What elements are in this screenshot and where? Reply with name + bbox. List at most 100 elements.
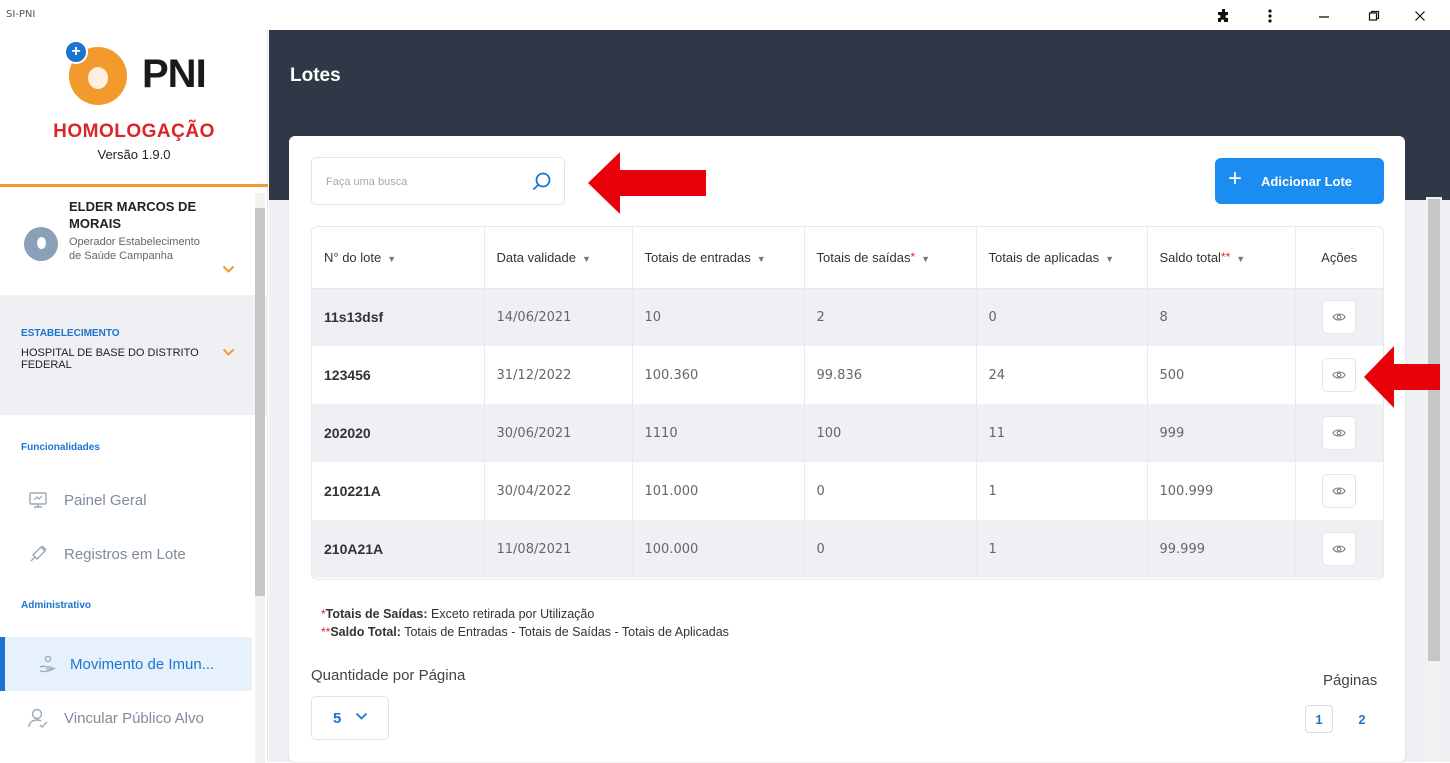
main-scrollbar-thumb[interactable] [1428, 199, 1440, 661]
sort-icon[interactable]: ▼ [1236, 254, 1245, 264]
sort-icon[interactable]: ▼ [757, 254, 766, 264]
plus-icon: + [1228, 165, 1243, 192]
search-box[interactable] [311, 157, 565, 205]
column-label: Totais de aplicadas [988, 249, 1100, 265]
section-administrative: Administrativo [21, 600, 92, 611]
chevron-down-icon[interactable] [222, 345, 235, 360]
lotes-card: + Adicionar Lote N° do lote ▼ Data valida… [289, 136, 1405, 762]
close-icon[interactable] [1406, 4, 1434, 28]
minimize-icon[interactable] [1310, 4, 1338, 28]
user-menu[interactable]: ELDER MARCOS DE MORAIS Operador Estabele… [0, 187, 268, 295]
cell-saidas: 100 [804, 404, 977, 462]
environment-label: HOMOLOGAÇÃO [53, 121, 215, 142]
column-header-entradas[interactable]: Totais de entradas ▼ [632, 227, 805, 289]
cell-saidas: 2 [804, 288, 977, 346]
asterisk-marker: * [910, 249, 916, 264]
cell-validade: 11/08/2021 [484, 520, 633, 578]
add-lote-label: Adicionar Lote [1261, 174, 1353, 189]
search-input[interactable] [326, 172, 516, 192]
sidebar-item-painel-geral[interactable]: Painel Geral [0, 473, 252, 527]
sidebar-item-label: Registros em Lote [64, 545, 186, 563]
establishment-selector[interactable]: ESTABELECIMENTO HOSPITAL DE BASE DO DIST… [0, 295, 268, 415]
sort-icon[interactable]: ▼ [582, 254, 591, 264]
window-titlebar: SI-PNI [0, 0, 1450, 30]
cell-saidas: 99.836 [804, 346, 977, 404]
asterisk-marker: ** [321, 625, 331, 639]
cell-lote: 123456 [312, 346, 485, 404]
page-size-select[interactable]: 5 [311, 696, 389, 740]
sort-icon[interactable]: ▼ [1105, 254, 1114, 264]
cell-saidas: 0 [804, 462, 977, 520]
cell-aplicadas: 24 [976, 346, 1148, 404]
footnote-text: Totais de Entradas - Totais de Saídas - … [404, 625, 729, 639]
column-header-validade[interactable]: Data validade ▼ [484, 227, 633, 289]
cell-entradas: 101.000 [632, 462, 805, 520]
cell-validade: 30/04/2022 [484, 462, 633, 520]
window-title: SI-PNI [6, 9, 36, 20]
plus-badge-icon: + [64, 40, 88, 64]
column-header-saldo[interactable]: Saldo total** ▼ [1147, 227, 1296, 289]
user-name: ELDER MARCOS DE MORAIS [69, 199, 197, 231]
sidebar-item-vincular-publico-alvo[interactable]: Vincular Público Alvo [0, 691, 252, 745]
sidebar-item-label: Vincular Público Alvo [64, 709, 204, 727]
column-label: N° do lote [324, 249, 382, 265]
sidebar: + PNI HOMOLOGAÇÃO Versão 1.9.0 ELDER MAR… [0, 30, 268, 763]
cell-aplicadas: 1 [976, 462, 1148, 520]
column-header-aplicadas[interactable]: Totais de aplicadas ▼ [976, 227, 1148, 289]
avatar [24, 227, 58, 261]
hand-icon [36, 652, 60, 676]
view-button[interactable] [1322, 532, 1357, 566]
establishment-name: HOSPITAL DE BASE DO DISTRITO FEDERAL [21, 347, 199, 371]
cell-acoes [1295, 520, 1383, 578]
cell-validade: 31/12/2022 [484, 346, 633, 404]
logo: + PNI HOMOLOGAÇÃO Versão 1.9.0 [0, 30, 268, 180]
view-button[interactable] [1322, 358, 1357, 392]
table-row: 123456 31/12/2022 100.360 99.836 24 500 [312, 346, 1383, 404]
cell-lote: 210A21A [312, 520, 485, 578]
page-title: Lotes [290, 65, 341, 86]
column-header-lote[interactable]: N° do lote ▼ [312, 227, 485, 289]
cell-aplicadas: 0 [976, 288, 1148, 346]
version-label: Versão 1.9.0 [97, 147, 171, 162]
page-1-button[interactable]: 1 [1305, 705, 1333, 733]
cell-lote: 11s13dsf [312, 288, 485, 346]
column-label: Data validade [496, 249, 577, 265]
sort-icon[interactable]: ▼ [387, 254, 396, 264]
logo-text: PNI [142, 52, 207, 96]
extensions-icon[interactable] [1210, 4, 1238, 28]
column-header-saidas[interactable]: Totais de saídas* ▼ [804, 227, 977, 289]
footnote-title: Totais de Saídas: [325, 607, 428, 621]
view-button[interactable] [1322, 474, 1357, 508]
more-icon[interactable] [1256, 4, 1284, 28]
section-functionalities: Funcionalidades [21, 442, 100, 453]
sidebar-item-movimento-de-imunobiologico[interactable]: Movimento de Imun... [0, 637, 252, 691]
cell-acoes [1295, 404, 1383, 462]
table-header-row: N° do lote ▼ Data validade ▼ Totais de ent… [312, 227, 1383, 289]
lotes-table: N° do lote ▼ Data validade ▼ Totais de ent… [311, 226, 1384, 580]
column-label: Saldo total [1159, 249, 1221, 265]
sort-icon[interactable]: ▼ [921, 254, 930, 264]
page-size-value: 5 [333, 710, 342, 727]
monitor-icon [26, 488, 50, 512]
annotation-arrow-left [588, 152, 706, 214]
cell-entradas: 1110 [632, 404, 805, 462]
chevron-down-icon[interactable] [222, 262, 235, 277]
cell-entradas: 100.000 [632, 520, 805, 578]
table-row: 210221A 30/04/2022 101.000 0 1 100.999 [312, 462, 1383, 520]
sidebar-item-registros-em-lote[interactable]: Registros em Lote [0, 527, 252, 581]
eye-icon [1332, 371, 1346, 379]
sidebar-item-label: Painel Geral [64, 491, 147, 509]
column-label: Totais de saídas [816, 249, 911, 265]
view-button[interactable] [1322, 416, 1357, 450]
sidebar-scrollbar-thumb[interactable] [255, 208, 265, 596]
eye-icon [1332, 429, 1346, 437]
restore-icon[interactable] [1360, 4, 1388, 28]
cell-aplicadas: 1 [976, 520, 1148, 578]
view-button[interactable] [1322, 300, 1357, 335]
cell-lote: 210221A [312, 462, 485, 520]
cell-entradas: 10 [632, 288, 805, 346]
add-lote-button[interactable]: + Adicionar Lote [1215, 158, 1384, 204]
footnote-saidas: *Totais de Saídas: Exceto retirada por U… [321, 605, 729, 623]
search-icon[interactable] [530, 170, 554, 194]
page-2-button[interactable]: 2 [1348, 705, 1376, 733]
